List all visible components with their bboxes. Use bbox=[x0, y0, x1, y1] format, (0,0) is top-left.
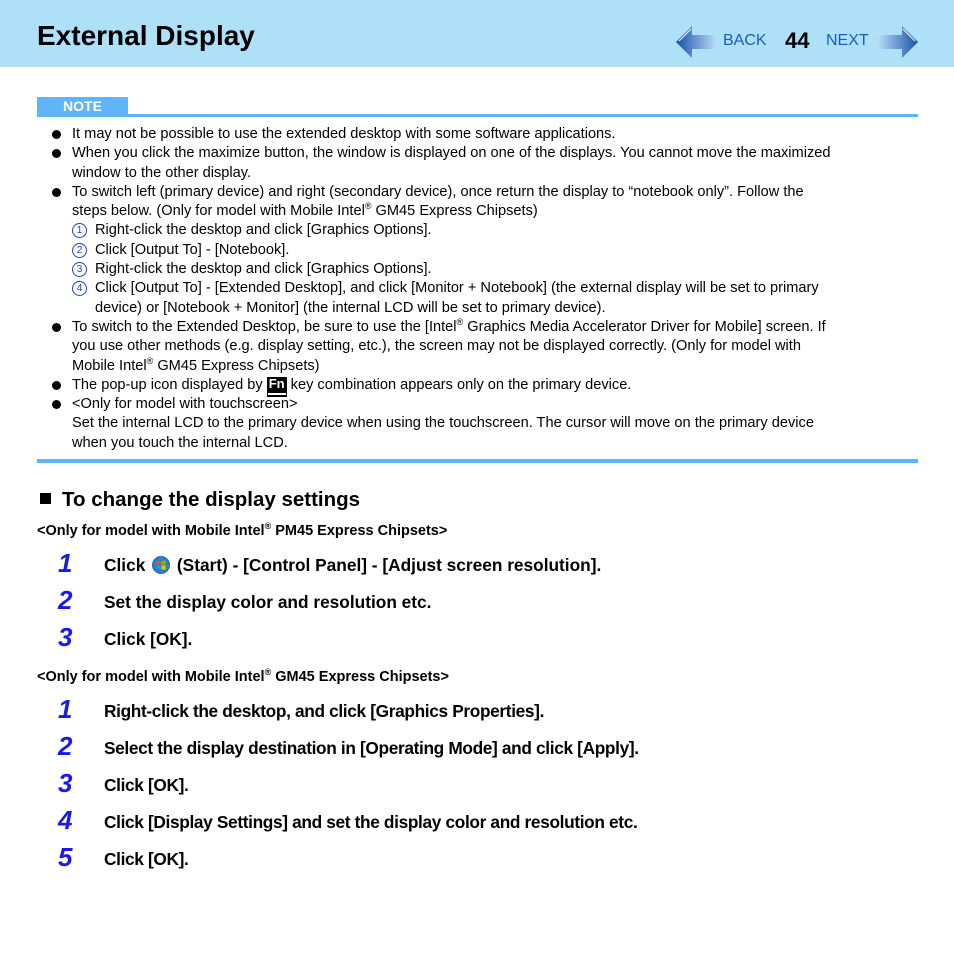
text-span: Click bbox=[104, 555, 151, 575]
bullet-icon bbox=[52, 149, 61, 159]
note-divider-bottom bbox=[37, 459, 918, 463]
sub-step-text: device) or [Notebook + Monitor] (the int… bbox=[95, 299, 606, 316]
note-bullet: It may not be possible to use the extend… bbox=[50, 125, 910, 144]
sub-step-text: Right-click the desktop and click [Graph… bbox=[95, 222, 432, 239]
note-label: NOTE bbox=[37, 97, 128, 115]
circled-number-icon: 2 bbox=[72, 242, 87, 258]
sub-step: 1 Right-click the desktop and click [Gra… bbox=[72, 221, 910, 240]
step-number: 5 bbox=[58, 842, 73, 872]
note-text: Mobile Intel® GM45 Express Chipsets) bbox=[72, 356, 910, 376]
page-number: 44 bbox=[785, 28, 810, 53]
bullet-icon bbox=[52, 400, 61, 410]
step-number: 1 bbox=[58, 548, 73, 578]
page-title: External Display bbox=[37, 20, 255, 51]
step-number: 3 bbox=[58, 768, 73, 798]
circled-number-icon: 1 bbox=[72, 223, 87, 239]
sub-step: 4 Click [Output To] - [Extended Desktop]… bbox=[72, 279, 910, 318]
section-heading: To change the display settings bbox=[40, 487, 360, 513]
text-span: To switch to the Extended Desktop, be su… bbox=[72, 318, 457, 335]
step-text: Click (Start) - [Control Panel] - [Adjus… bbox=[104, 554, 601, 576]
text-span: GM45 Express Chipsets) bbox=[153, 357, 320, 374]
text-span: steps below. (Only for model with Mobile… bbox=[72, 203, 365, 220]
step-number: 1 bbox=[58, 694, 73, 724]
text-span: PM45 Express Chipsets> bbox=[271, 523, 448, 539]
step-text: Click [Display Settings] and set the dis… bbox=[104, 812, 638, 832]
text-span: key combination appears only on the prim… bbox=[286, 376, 632, 393]
step-text: Select the display destination in [Opera… bbox=[104, 738, 639, 758]
text-span: GM45 Express Chipsets) bbox=[371, 203, 538, 220]
note-text: Set the internal LCD to the primary devi… bbox=[72, 415, 814, 432]
section-heading-text: To change the display settings bbox=[62, 488, 361, 511]
sub-step: 3 Right-click the desktop and click [Gra… bbox=[72, 260, 910, 279]
step-text: Click [OK]. bbox=[104, 849, 189, 869]
next-arrow-icon[interactable] bbox=[878, 24, 918, 60]
back-arrow-icon[interactable] bbox=[676, 24, 716, 60]
note-text: To switch to the Extended Desktop, be su… bbox=[72, 317, 910, 337]
note-text: <Only for model with touchscreen> bbox=[72, 396, 298, 413]
note-text: when you touch the internal LCD. bbox=[72, 434, 288, 451]
text-span: The pop-up icon displayed by bbox=[72, 376, 267, 393]
windows-start-icon bbox=[152, 556, 171, 574]
step-number: 2 bbox=[58, 585, 73, 615]
bullet-icon bbox=[52, 130, 61, 139]
text-span: Mobile Intel bbox=[72, 357, 147, 374]
sub-step: 2 Click [Output To] - [Notebook]. bbox=[72, 241, 910, 260]
model-subheading: <Only for model with Mobile Intel® GM45 … bbox=[37, 668, 449, 686]
text-span: (Start) - [Control Panel] - [Adjust scre… bbox=[172, 555, 602, 575]
back-link[interactable]: BACK bbox=[723, 32, 767, 50]
step-text: Click [OK]. bbox=[104, 775, 189, 795]
step-text: Right-click the desktop, and click [Grap… bbox=[104, 701, 545, 721]
text-span: GM45 Express Chipsets> bbox=[271, 669, 449, 685]
note-bullet: <Only for model with touchscreen> Set th… bbox=[50, 395, 910, 453]
note-divider-top bbox=[37, 114, 918, 117]
note-bullet: The pop-up icon displayed by Fn key comb… bbox=[50, 376, 910, 395]
model-subheading: <Only for model with Mobile Intel® PM45 … bbox=[37, 522, 447, 540]
sub-step-text: Click [Output To] - [Extended Desktop], … bbox=[95, 280, 819, 297]
sub-step-text: Click [Output To] - [Notebook]. bbox=[95, 241, 290, 258]
sub-step-text: Right-click the desktop and click [Graph… bbox=[95, 261, 432, 278]
note-text: steps below. (Only for model with Mobile… bbox=[72, 202, 910, 221]
note-text: It may not be possible to use the extend… bbox=[72, 126, 616, 142]
step-number: 3 bbox=[58, 622, 73, 652]
note-text: you use other methods (e.g. display sett… bbox=[72, 338, 801, 355]
fn-key-icon: Fn bbox=[266, 375, 287, 393]
bullet-icon bbox=[52, 322, 61, 332]
bullet-icon bbox=[52, 187, 61, 197]
text-span: <Only for model with Mobile Intel bbox=[37, 669, 265, 685]
step-text: Set the display color and resolution etc… bbox=[104, 592, 432, 612]
square-bullet-icon bbox=[40, 493, 51, 504]
text-span: <Only for model with Mobile Intel bbox=[37, 523, 265, 539]
step-number: 2 bbox=[58, 731, 73, 761]
step-number: 4 bbox=[58, 805, 73, 835]
step-text: Click [OK]. bbox=[104, 629, 193, 649]
bullet-icon bbox=[52, 380, 61, 390]
circled-number-icon: 3 bbox=[72, 262, 87, 278]
note-bullet: To switch left (primary device) and righ… bbox=[50, 183, 910, 318]
note-text: To switch left (primary device) and righ… bbox=[72, 183, 804, 200]
next-link[interactable]: NEXT bbox=[826, 32, 869, 50]
note-bullet: To switch to the Extended Desktop, be su… bbox=[50, 317, 910, 376]
note-text: When you click the maximize button, the … bbox=[72, 145, 831, 162]
note-body: It may not be possible to use the extend… bbox=[50, 125, 910, 453]
text-span: Graphics Media Accelerator Driver for Mo… bbox=[463, 318, 826, 335]
note-bullet: When you click the maximize button, the … bbox=[50, 144, 910, 183]
circled-number-icon: 4 bbox=[72, 281, 87, 297]
note-text: window to the other display. bbox=[72, 164, 252, 181]
